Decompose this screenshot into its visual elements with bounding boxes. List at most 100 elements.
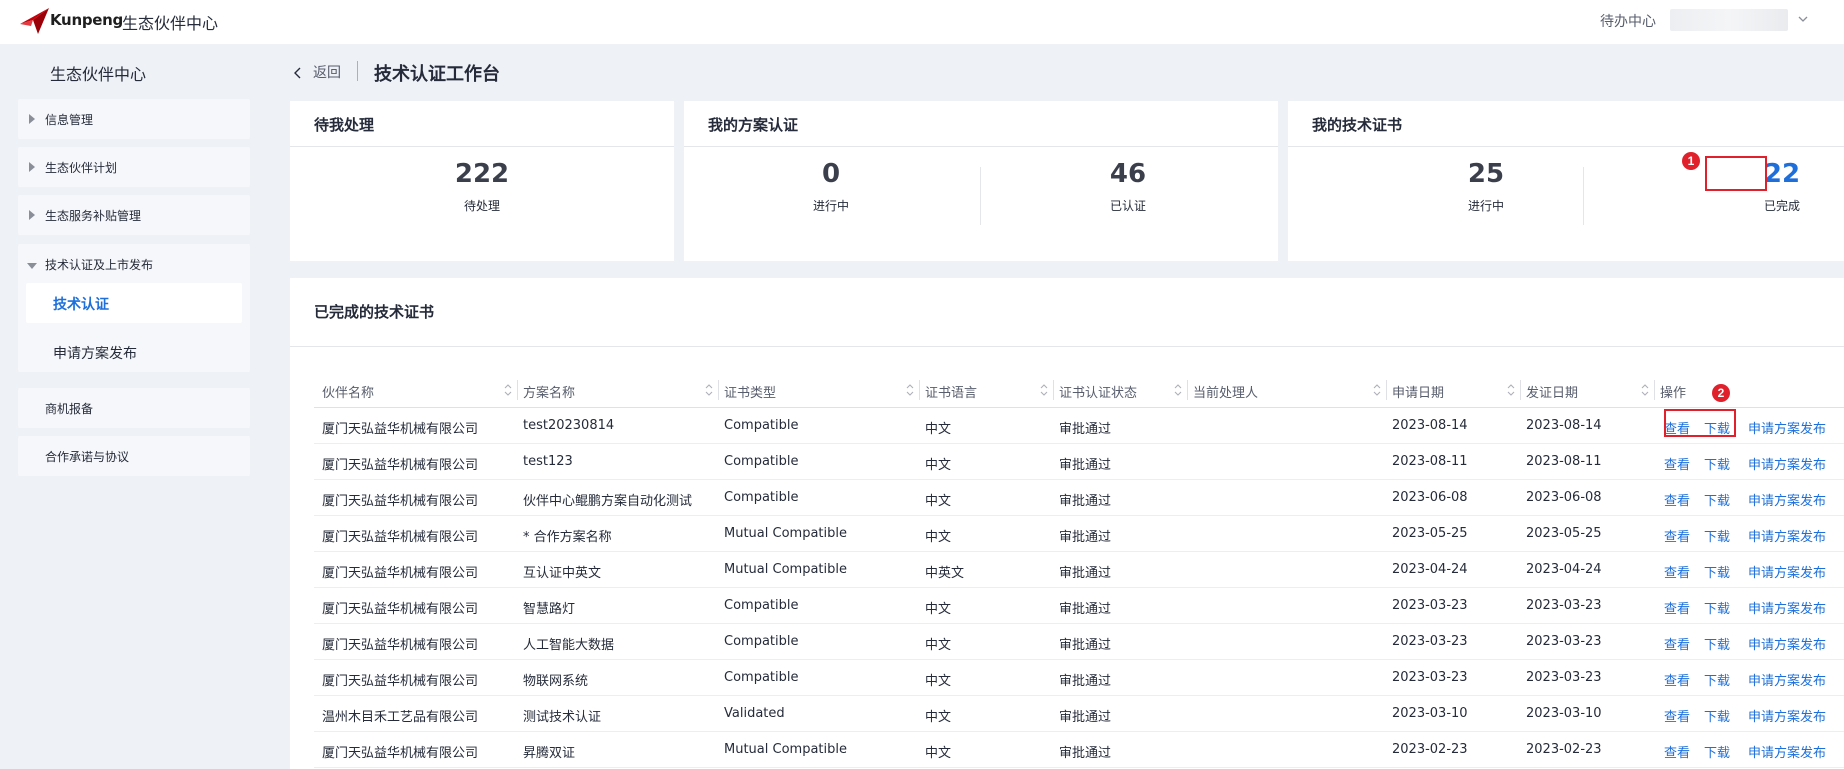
apply-solution-release-link[interactable]: 申请方案发布 bbox=[1748, 706, 1826, 725]
language-cell: 中文 bbox=[925, 674, 952, 689]
language-cell: 中文 bbox=[925, 494, 952, 509]
sort-icon[interactable] bbox=[1039, 382, 1049, 398]
status-cell: 审批通过 bbox=[1059, 746, 1112, 761]
apply-solution-release-link[interactable]: 申请方案发布 bbox=[1748, 670, 1826, 689]
column-divider[interactable] bbox=[517, 380, 518, 400]
sidebar-item-apply-solution-release[interactable]: 申请方案发布 bbox=[53, 343, 137, 363]
column-divider[interactable] bbox=[1520, 380, 1521, 400]
sidebar-group-label[interactable]: 技术认证及上市发布 bbox=[45, 256, 153, 273]
caret-right-icon bbox=[29, 114, 35, 124]
download-link[interactable]: 下载 bbox=[1704, 670, 1730, 689]
apply-solution-release-link[interactable]: 申请方案发布 bbox=[1748, 418, 1826, 437]
app-name[interactable]: 生态伙伴中心 bbox=[122, 10, 218, 34]
sort-icon[interactable] bbox=[1173, 382, 1183, 398]
caret-down-icon[interactable] bbox=[27, 262, 37, 270]
download-link[interactable]: 下载 bbox=[1704, 598, 1730, 617]
user-account-name[interactable] bbox=[1670, 9, 1788, 31]
stat-value[interactable]: 0 bbox=[781, 159, 881, 195]
stat-value[interactable]: 25 bbox=[1436, 159, 1536, 195]
solution-cell: 昇腾双证 bbox=[523, 746, 576, 761]
apply-date-cell: 2023-08-14 bbox=[1392, 418, 1468, 433]
table-row: 厦门天弘益华机械有限公司 昇腾双证 Mutual Compatible 中文 审批通过 2… bbox=[314, 732, 1844, 768]
chevron-down-icon[interactable] bbox=[1796, 12, 1810, 26]
column-divider[interactable] bbox=[718, 380, 719, 400]
sort-icon[interactable] bbox=[905, 382, 915, 398]
sidebar-item-label: 技术认证 bbox=[53, 297, 109, 313]
apply-solution-release-link[interactable]: 申请方案发布 bbox=[1748, 490, 1826, 509]
sort-icon[interactable] bbox=[503, 382, 513, 398]
download-link[interactable]: 下载 bbox=[1704, 454, 1730, 473]
step-marker: 2 bbox=[1712, 384, 1730, 402]
step-marker: 1 bbox=[1682, 152, 1700, 170]
apply-solution-release-link[interactable]: 申请方案发布 bbox=[1748, 526, 1826, 545]
solution-cell: 智慧路灯 bbox=[523, 602, 576, 617]
chevron-left-icon[interactable] bbox=[292, 66, 304, 80]
sidebar-item-opportunity-report[interactable]: 商机报备 bbox=[18, 388, 250, 428]
todo-center-link[interactable]: 待办中心 bbox=[1600, 11, 1656, 31]
sort-icon[interactable] bbox=[1640, 382, 1650, 398]
view-link[interactable]: 查看 bbox=[1664, 706, 1690, 725]
apply-solution-release-link[interactable]: 申请方案发布 bbox=[1748, 562, 1826, 581]
solution-cell: * 合作方案名称 bbox=[523, 530, 612, 545]
view-link[interactable]: 查看 bbox=[1664, 598, 1690, 617]
header-col-handler: 当前处理人 bbox=[1193, 386, 1259, 401]
column-divider[interactable] bbox=[1654, 380, 1655, 400]
type-cell: Mutual Compatible bbox=[724, 562, 847, 577]
type-cell: Compatible bbox=[724, 598, 799, 613]
column-divider[interactable] bbox=[919, 380, 920, 400]
stat-pending[interactable]: 222 待处理 bbox=[432, 159, 532, 214]
view-link[interactable]: 查看 bbox=[1664, 670, 1690, 689]
download-link[interactable]: 下载 bbox=[1704, 562, 1730, 581]
sidebar-item-agreements[interactable]: 合作承诺与协议 bbox=[18, 436, 250, 476]
apply-date-cell: 2023-04-24 bbox=[1392, 562, 1468, 577]
issue-date-cell: 2023-02-23 bbox=[1526, 742, 1602, 757]
stat-value[interactable]: 222 bbox=[432, 159, 532, 195]
sidebar-item-label: 生态伙伴计划 bbox=[45, 161, 118, 175]
card-pending: 待我处理 222 待处理 bbox=[290, 101, 674, 261]
download-link[interactable]: 下载 bbox=[1704, 526, 1730, 545]
sidebar-item-label: 信息管理 bbox=[45, 113, 94, 127]
column-divider[interactable] bbox=[1187, 380, 1188, 400]
back-button[interactable]: 返回 bbox=[313, 62, 341, 82]
stat-solution-in-progress[interactable]: 0 进行中 bbox=[781, 159, 881, 214]
column-divider[interactable] bbox=[1386, 380, 1387, 400]
header-col-language: 证书语言 bbox=[925, 386, 978, 401]
type-cell: Compatible bbox=[724, 670, 799, 685]
apply-solution-release-link[interactable]: 申请方案发布 bbox=[1748, 598, 1826, 617]
download-link[interactable]: 下载 bbox=[1704, 490, 1730, 509]
sidebar-item-subsidy-management[interactable]: 生态服务补贴管理 bbox=[18, 195, 250, 235]
sidebar-item-info-management[interactable]: 信息管理 bbox=[18, 99, 250, 139]
sort-icon[interactable] bbox=[704, 382, 714, 398]
apply-date-cell: 2023-08-11 bbox=[1392, 454, 1468, 469]
view-link[interactable]: 查看 bbox=[1664, 742, 1690, 761]
language-cell: 中文 bbox=[925, 602, 952, 617]
stat-certificate-in-progress[interactable]: 25 进行中 bbox=[1436, 159, 1536, 214]
column-divider[interactable] bbox=[1053, 380, 1054, 400]
sidebar-item-partner-plan[interactable]: 生态伙伴计划 bbox=[18, 147, 250, 187]
apply-solution-release-link[interactable]: 申请方案发布 bbox=[1748, 742, 1826, 761]
view-link[interactable]: 查看 bbox=[1664, 454, 1690, 473]
sort-icon[interactable] bbox=[1506, 382, 1516, 398]
apply-solution-release-link[interactable]: 申请方案发布 bbox=[1748, 454, 1826, 473]
view-link[interactable]: 查看 bbox=[1664, 490, 1690, 509]
stat-divider bbox=[980, 167, 981, 225]
language-cell: 中文 bbox=[925, 422, 952, 437]
download-link[interactable]: 下载 bbox=[1704, 706, 1730, 725]
download-link[interactable]: 下载 bbox=[1704, 742, 1730, 761]
apply-date-cell: 2023-03-23 bbox=[1392, 634, 1468, 649]
solution-cell: 互认证中英文 bbox=[523, 566, 602, 581]
kunpeng-logo-icon[interactable] bbox=[18, 4, 52, 38]
language-cell: 中文 bbox=[925, 638, 952, 653]
type-cell: Compatible bbox=[724, 490, 799, 505]
stat-solution-certified[interactable]: 46 已认证 bbox=[1078, 159, 1178, 214]
sort-icon[interactable] bbox=[1372, 382, 1382, 398]
view-link[interactable]: 查看 bbox=[1664, 562, 1690, 581]
sidebar-item-tech-certification[interactable]: 技术认证 bbox=[26, 283, 242, 323]
view-link[interactable]: 查看 bbox=[1664, 634, 1690, 653]
card-title: 待我处理 bbox=[314, 116, 375, 134]
download-link[interactable]: 下载 bbox=[1704, 634, 1730, 653]
header-col-actions: 操作 bbox=[1660, 386, 1687, 401]
apply-solution-release-link[interactable]: 申请方案发布 bbox=[1748, 634, 1826, 653]
view-link[interactable]: 查看 bbox=[1664, 526, 1690, 545]
stat-value[interactable]: 46 bbox=[1078, 159, 1178, 195]
